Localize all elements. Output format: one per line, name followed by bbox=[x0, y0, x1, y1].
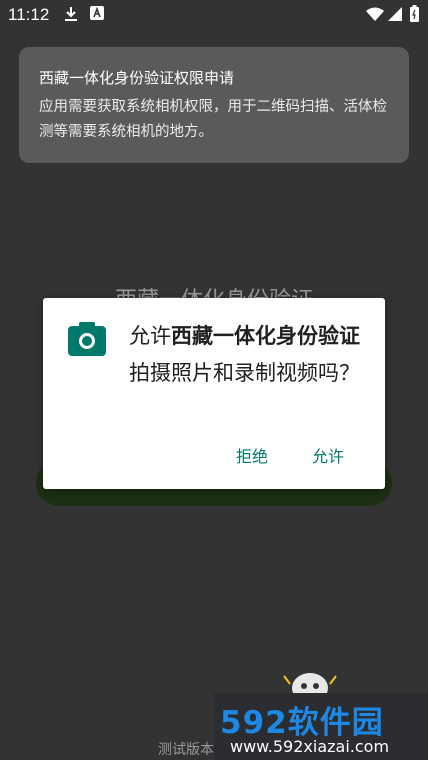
camera-icon bbox=[68, 322, 106, 356]
dialog-message-prefix: 允许 bbox=[129, 324, 171, 348]
deny-button[interactable]: 拒绝 bbox=[236, 443, 268, 467]
dialog-message-suffix: 拍摄照片和录制视频吗？ bbox=[129, 361, 360, 385]
allow-button[interactable]: 允许 bbox=[312, 443, 344, 467]
permission-notice-card: 西藏一体化身份验证权限申请 应用需要获取系统相机权限，用于二维码扫描、活体检测等… bbox=[19, 47, 409, 163]
cellular-icon bbox=[388, 7, 402, 21]
status-time: 11:12 bbox=[8, 5, 50, 24]
a-badge-icon bbox=[90, 6, 104, 20]
watermark-url: www.592xiazai.com bbox=[230, 737, 390, 756]
permission-notice-title: 西藏一体化身份验证权限申请 bbox=[39, 69, 235, 87]
watermark-brand: 592软件园 bbox=[220, 705, 384, 741]
wifi-icon bbox=[366, 7, 384, 21]
download-icon bbox=[65, 7, 77, 21]
dialog-message: 允许西藏一体化身份验证拍摄照片和录制视频吗？ bbox=[129, 318, 374, 392]
dialog-app-name: 西藏一体化身份验证 bbox=[171, 324, 360, 348]
permission-notice-description: 应用需要获取系统相机权限，用于二维码扫描、活体检测等需要系统相机的地方。 bbox=[39, 99, 387, 140]
battery-icon bbox=[410, 5, 419, 22]
watermark: 592软件园 www.592xiazai.com bbox=[214, 693, 428, 760]
version-footer: 测试版本 bbox=[158, 742, 214, 758]
status-bar: 11:12 bbox=[0, 0, 428, 30]
